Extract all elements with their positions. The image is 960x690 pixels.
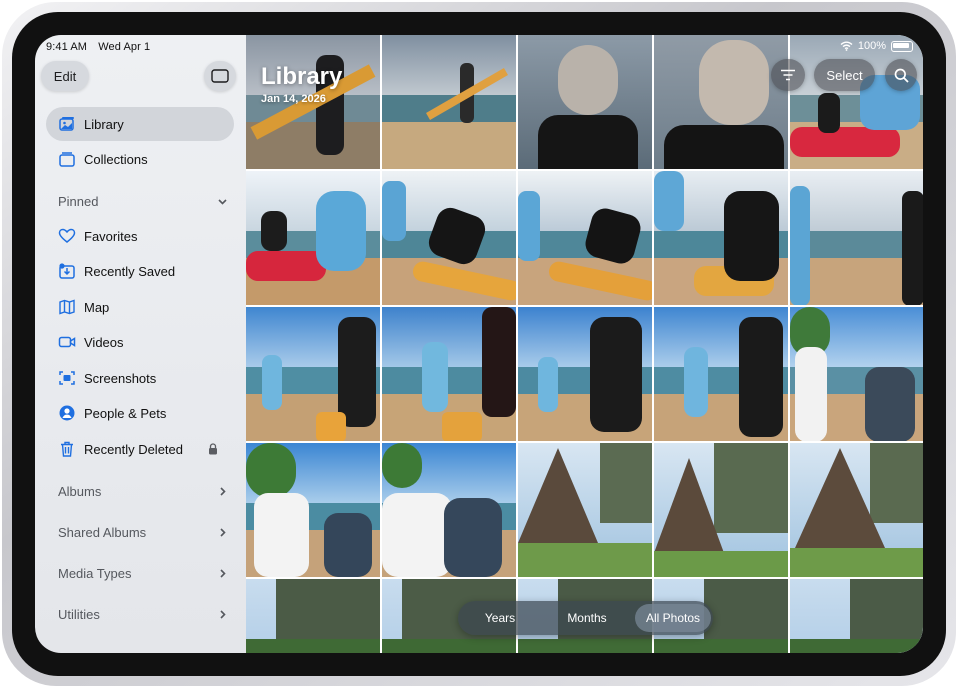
video-icon: [58, 333, 76, 351]
trash-icon: [58, 440, 76, 458]
sidebar-toggle-button[interactable]: [204, 61, 236, 91]
status-time: 9:41 AM: [46, 41, 88, 53]
chevron-right-icon: [216, 485, 228, 497]
sidebar-item-favorites[interactable]: Favorites: [46, 219, 234, 253]
search-button[interactable]: [885, 59, 917, 91]
sidebar-item-recently-saved[interactable]: Recently Saved: [46, 254, 234, 288]
sidebar-item-label: Map: [84, 299, 110, 315]
view-switcher: Years Months All Photos: [458, 601, 713, 635]
sidebar-item-label: Videos: [84, 334, 124, 350]
view-option-months[interactable]: Months: [539, 604, 635, 632]
filter-button[interactable]: [771, 59, 805, 91]
albums-section[interactable]: Albums: [58, 480, 228, 502]
battery-icon: [891, 40, 913, 52]
chevron-right-icon: [216, 567, 228, 579]
photo-thumbnail[interactable]: [790, 579, 923, 653]
filter-icon: [781, 69, 795, 81]
photo-thumbnail[interactable]: [246, 579, 380, 653]
sidebar-item-label: Recently Deleted: [84, 441, 183, 457]
photo-thumbnail[interactable]: [518, 307, 652, 441]
status-bar-right: 100%: [840, 40, 913, 52]
photo-thumbnail[interactable]: [246, 443, 380, 577]
search-icon: [894, 68, 909, 83]
lock-icon: [208, 443, 218, 455]
photo-thumbnail[interactable]: [790, 171, 923, 305]
chevron-right-icon: [216, 608, 228, 620]
utilities-label: Utilities: [58, 606, 100, 622]
photo-thumbnail[interactable]: [518, 171, 652, 305]
page-date: Jan 14, 2026: [261, 93, 326, 105]
albums-label: Albums: [58, 483, 102, 499]
pinned-label: Pinned: [58, 193, 99, 209]
sidebar-toggle-icon: [211, 69, 229, 83]
sidebar: 9:41 AM Wed Apr 1 Edit Library Collectio…: [35, 35, 246, 653]
battery-percent: 100%: [857, 40, 886, 52]
photo-thumbnail[interactable]: [382, 171, 516, 305]
sidebar-item-collections[interactable]: Collections: [46, 142, 234, 176]
sidebar-item-map[interactable]: Map: [46, 290, 234, 324]
utilities-section[interactable]: Utilities: [58, 603, 228, 625]
screen: 9:41 AM Wed Apr 1 Edit Library Collectio…: [35, 35, 923, 653]
sidebar-item-label: Favorites: [84, 228, 138, 244]
sidebar-item-videos[interactable]: Videos: [46, 325, 234, 359]
photo-thumbnail[interactable]: [654, 443, 788, 577]
view-option-years[interactable]: Years: [461, 604, 539, 632]
photo-thumbnail[interactable]: [654, 35, 788, 169]
view-option-all-photos[interactable]: All Photos: [635, 604, 711, 632]
status-bar-left: 9:41 AM Wed Apr 1: [46, 41, 158, 53]
photo-thumbnail[interactable]: [518, 443, 652, 577]
person-icon: [58, 404, 76, 422]
edit-button[interactable]: Edit: [41, 61, 89, 91]
map-icon: [58, 298, 76, 316]
status-date: Wed Apr 1: [98, 41, 151, 53]
media-types-label: Media Types: [58, 565, 132, 581]
heart-icon: [58, 227, 76, 245]
shared-albums-section[interactable]: Shared Albums: [58, 521, 228, 543]
photo-thumbnail[interactable]: [382, 443, 516, 577]
photo-thumbnail[interactable]: [790, 307, 923, 441]
sidebar-item-label: People & Pets: [84, 405, 167, 421]
media-types-section[interactable]: Media Types: [58, 562, 228, 584]
sidebar-item-library[interactable]: Library: [46, 107, 234, 141]
collections-icon: [58, 150, 76, 168]
select-button[interactable]: Select: [814, 59, 875, 91]
screenshot-icon: [58, 369, 76, 387]
photo-thumbnail[interactable]: [382, 307, 516, 441]
shared-albums-label: Shared Albums: [58, 524, 147, 540]
photo-thumbnail[interactable]: [654, 171, 788, 305]
photo-thumbnail[interactable]: [246, 307, 380, 441]
photo-thumbnail[interactable]: [790, 443, 923, 577]
sidebar-item-label: Recently Saved: [84, 263, 176, 279]
sidebar-item-recently-deleted[interactable]: Recently Deleted: [46, 432, 234, 466]
page-title: Library: [261, 63, 343, 90]
sidebar-item-people-pets[interactable]: People & Pets: [46, 396, 234, 430]
sidebar-item-screenshots[interactable]: Screenshots: [46, 361, 234, 395]
recently-saved-icon: [58, 262, 76, 280]
chevron-down-icon: [216, 195, 228, 207]
photo-thumbnail[interactable]: [382, 35, 516, 169]
chevron-right-icon: [216, 526, 228, 538]
photo-thumbnail[interactable]: [246, 171, 380, 305]
sidebar-item-label: Screenshots: [84, 370, 157, 386]
pinned-section-header[interactable]: Pinned: [58, 190, 228, 212]
photo-thumbnail[interactable]: [654, 307, 788, 441]
photo-grid: [246, 35, 923, 653]
photo-thumbnail[interactable]: [518, 35, 652, 169]
library-icon: [58, 115, 76, 133]
wifi-icon: [840, 41, 853, 51]
sidebar-item-label: Collections: [84, 151, 148, 167]
sidebar-item-label: Library: [84, 116, 124, 132]
photo-thumbnail[interactable]: [790, 35, 923, 169]
